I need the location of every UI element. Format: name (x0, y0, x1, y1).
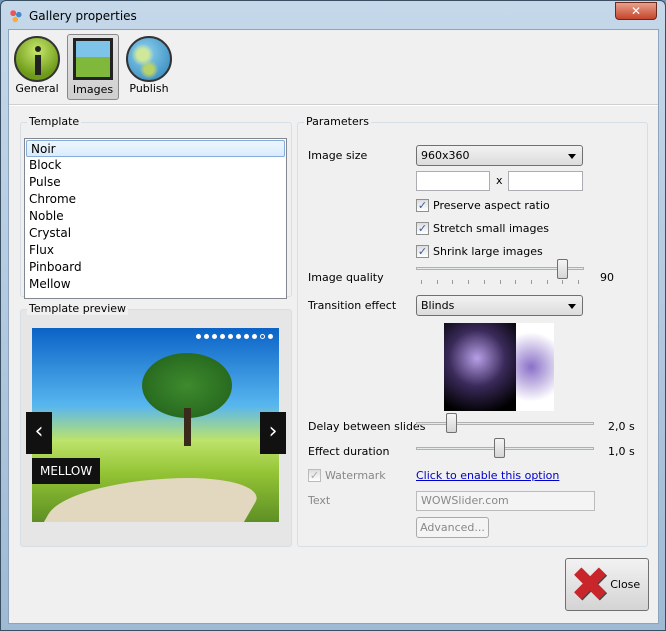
globe-icon (126, 36, 172, 82)
slide-dot[interactable] (220, 334, 225, 339)
slider-tick (530, 280, 532, 284)
image-quality-slider[interactable] (416, 259, 584, 287)
checkbox-label: Stretch small images (433, 222, 549, 235)
slide-dot[interactable] (260, 334, 265, 339)
tab-images[interactable]: Images (67, 34, 119, 100)
prev-slide-button[interactable]: ‹ (26, 412, 52, 454)
info-icon (14, 36, 60, 82)
tab-general[interactable]: General (11, 34, 63, 100)
slider-tick (452, 280, 454, 284)
tab-label: General (15, 82, 59, 95)
slide-dot[interactable] (228, 334, 233, 339)
effect-duration-slider[interactable] (416, 438, 594, 460)
app-icon (9, 9, 23, 23)
checkbox-label: Shrink large images (433, 245, 543, 258)
slide-dot[interactable] (204, 334, 209, 339)
template-group: Template Noir Block Pulse Chrome Noble Crysta… (20, 115, 292, 299)
slider-tick (483, 280, 485, 284)
enable-watermark-link[interactable]: Click to enable this option (416, 469, 559, 482)
preserve-aspect-checkbox[interactable]: ✓ Preserve aspect ratio (416, 199, 550, 212)
stretch-small-checkbox[interactable]: ✓ Stretch small images (416, 222, 549, 235)
transition-effect-label: Transition effect (308, 299, 397, 312)
height-input[interactable] (508, 171, 583, 191)
slider-tick (421, 280, 422, 284)
slider-tick (436, 280, 438, 284)
image-icon (73, 38, 113, 80)
shrink-large-checkbox[interactable]: ✓ Shrink large images (416, 245, 543, 258)
group-label: Template (27, 115, 82, 128)
chevron-down-icon (568, 154, 576, 159)
width-input[interactable] (416, 171, 490, 191)
template-item[interactable]: Noir (26, 140, 285, 157)
image-quality-value: 90 (600, 271, 614, 284)
close-button[interactable]: ✖ Close (565, 558, 649, 611)
tab-label: Publish (129, 82, 169, 95)
size-separator: x (496, 174, 503, 187)
slider-tick (468, 280, 470, 284)
slider-tick (546, 280, 548, 284)
toolbar-divider (9, 104, 658, 106)
template-item[interactable]: Pinboard (25, 259, 286, 276)
template-item[interactable]: Chrome (25, 191, 286, 208)
close-icon: ✖ (570, 556, 611, 613)
delay-slider[interactable] (416, 413, 594, 435)
transition-effect-select[interactable]: Blinds (416, 295, 583, 316)
next-slide-button[interactable]: › (260, 412, 286, 454)
title-bar: Gallery properties (9, 6, 137, 26)
checkbox-label: Watermark (325, 469, 386, 482)
text-label: Text (308, 494, 331, 507)
template-item[interactable]: Noble (25, 208, 286, 225)
template-item[interactable]: Crystal (25, 225, 286, 242)
window-close-button[interactable]: ✕ (615, 2, 657, 20)
template-preview-group: Template preview MELLOW ‹ › (20, 302, 292, 547)
slide-caption: MELLOW (32, 458, 101, 484)
parameters-group: Parameters Image size 960x360 x ✓ Preserv… (297, 115, 648, 547)
template-item[interactable]: Pulse (25, 174, 286, 191)
image-quality-label: Image quality (308, 271, 384, 284)
slide-dot[interactable] (212, 334, 217, 339)
slide-dots (196, 334, 273, 339)
dialog-window: Gallery properties ✕ General Images Publ… (0, 0, 666, 631)
group-label: Template preview (27, 302, 129, 315)
delay-value: 2,0 s (608, 420, 635, 433)
group-label: Parameters (304, 115, 371, 128)
slider-tick (562, 280, 564, 284)
advanced-button[interactable]: Advanced... (416, 517, 489, 538)
delay-label: Delay between slides (308, 420, 426, 433)
slider-tick (499, 280, 501, 284)
slider-tick (515, 280, 517, 284)
slide-dot[interactable] (196, 334, 201, 339)
slide-dot[interactable] (268, 334, 273, 339)
select-value: 960x360 (421, 149, 470, 162)
close-label: Close (610, 578, 641, 591)
watermark-text-input[interactable]: WOWSlider.com (416, 491, 595, 511)
template-item[interactable]: Flux (25, 242, 286, 259)
slide-dot[interactable] (252, 334, 257, 339)
preview-image: MELLOW (32, 328, 279, 522)
image-size-label: Image size (308, 149, 368, 162)
image-size-select[interactable]: 960x360 (416, 145, 583, 166)
slide-dot[interactable] (244, 334, 249, 339)
window-title: Gallery properties (29, 9, 137, 23)
effect-duration-label: Effect duration (308, 445, 390, 458)
watermark-checkbox[interactable]: ✓ Watermark (308, 469, 386, 482)
dialog-client: General Images Publish Template Noir Bloc… (8, 29, 659, 624)
tab-publish[interactable]: Publish (123, 34, 175, 100)
effect-duration-value: 1,0 s (608, 445, 635, 458)
template-item[interactable]: Mellow (25, 276, 286, 293)
tab-label: Images (72, 83, 114, 96)
slider-tick (578, 280, 579, 284)
slide-dot[interactable] (236, 334, 241, 339)
chevron-down-icon (568, 304, 576, 309)
template-item[interactable]: Block (25, 157, 286, 174)
template-list[interactable]: Noir Block Pulse Chrome Noble Crystal Flux Pinb… (24, 138, 287, 299)
transition-preview-image (444, 323, 554, 411)
select-value: Blinds (421, 299, 455, 312)
checkbox-label: Preserve aspect ratio (433, 199, 550, 212)
